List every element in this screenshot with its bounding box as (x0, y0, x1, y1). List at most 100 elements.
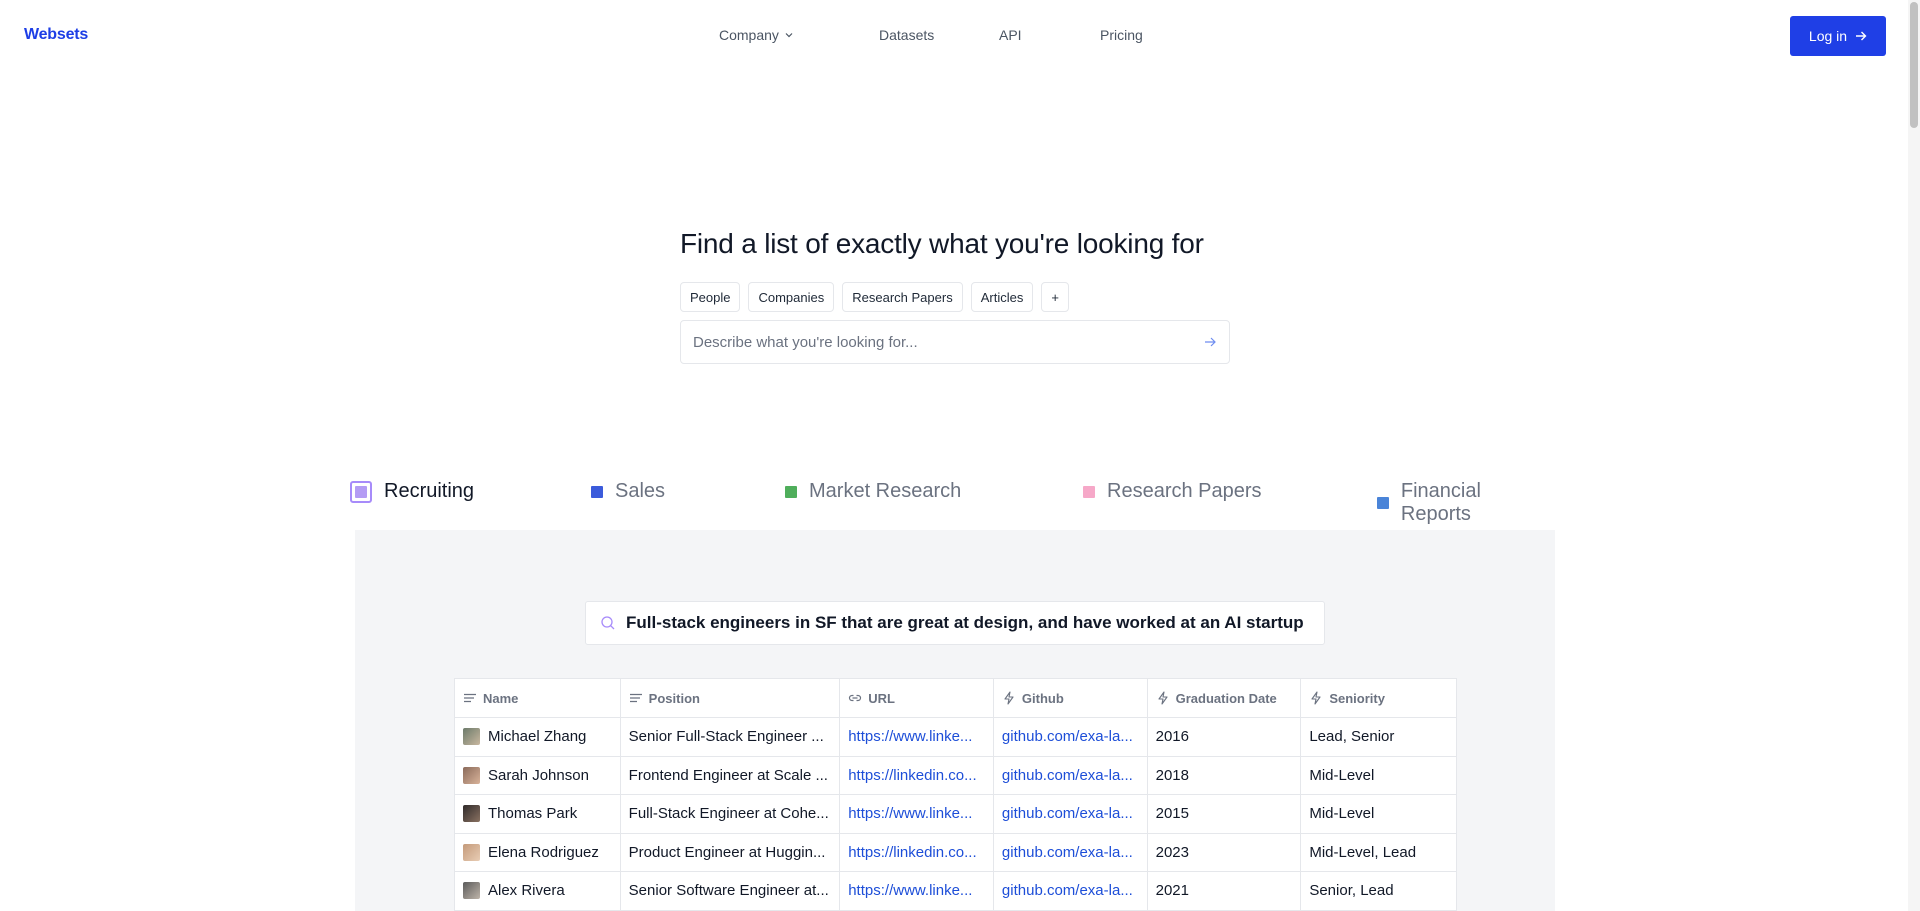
text-lines-icon (464, 693, 476, 703)
nav-pricing[interactable]: Pricing (1100, 27, 1143, 43)
col-seniority-label: Seniority (1329, 690, 1385, 706)
demo-query-box: Full-stack engineers in SF that are grea… (585, 601, 1325, 645)
nav-company-label: Company (719, 27, 779, 43)
cell-seniority: Lead, Senior (1309, 728, 1395, 746)
login-label: Log in (1808, 28, 1848, 44)
chip-people[interactable]: People (680, 282, 741, 312)
square-icon (1377, 497, 1389, 509)
col-url-label: URL (868, 690, 895, 706)
cell-graduation: 2018 (1148, 756, 1302, 794)
url-link[interactable]: https://www.linke... (848, 728, 972, 745)
cell-seniority: Mid-Level, Lead (1309, 843, 1417, 861)
scrollbar-thumb[interactable] (1910, 2, 1918, 128)
link-icon (849, 694, 862, 702)
cell-url: https://www.linke... (840, 718, 994, 756)
cell-name: Sarah Johnson (455, 756, 621, 794)
cell-seniority: Mid-Level (1309, 766, 1375, 784)
url-link[interactable]: https://linkedin.co... (848, 844, 976, 861)
col-github[interactable]: Github (994, 679, 1148, 717)
position-text: Senior Full-Stack Engineer ... (628, 728, 824, 746)
cell-seniority: Senior, Lead (1309, 882, 1394, 900)
tab-market-research[interactable]: Market Research (785, 480, 961, 503)
col-graduation[interactable]: Graduation Date (1148, 679, 1302, 717)
col-graduation-label: Graduation Date (1175, 690, 1277, 706)
github-link[interactable]: github.com/exa-la... (1002, 728, 1133, 745)
tab-financial-reports[interactable]: Financial Reports (1377, 480, 1555, 526)
cell-seniority: Mid-Level (1309, 805, 1375, 823)
avatar (463, 882, 480, 900)
position-text: Full-Stack Engineer at Cohe... (628, 805, 829, 823)
person-name: Thomas Park (488, 805, 578, 823)
chip-companies[interactable]: Companies (748, 282, 835, 312)
col-github-label: Github (1021, 690, 1064, 706)
github-link[interactable]: github.com/exa-la... (1002, 882, 1133, 899)
cell-url: https://www.linke... (840, 795, 994, 833)
url-link[interactable]: https://linkedin.co... (848, 767, 976, 784)
person-name: Michael Zhang (488, 728, 587, 746)
tab-research-papers-label: Research Papers (1107, 480, 1262, 502)
bolt-icon (1004, 691, 1014, 705)
cell-position: Product Engineer at Huggin... (621, 833, 841, 871)
chip-research-papers[interactable]: Research Papers (842, 282, 963, 312)
square-icon (591, 485, 603, 498)
tab-recruiting[interactable]: Recruiting (350, 480, 474, 503)
chip-articles[interactable]: Articles (970, 282, 1034, 312)
github-link[interactable]: github.com/exa-la... (1002, 767, 1133, 784)
top-nav: Websets Company Datasets API Pricing Log… (0, 0, 1920, 72)
cell-graduation: 2016 (1148, 718, 1302, 756)
col-url[interactable]: URL (840, 679, 994, 717)
col-position[interactable]: Position (621, 679, 841, 717)
table-header: Name Position URL Github Graduation Date… (455, 679, 1456, 718)
col-name[interactable]: Name (455, 679, 621, 717)
col-position-label: Position (648, 690, 700, 706)
nav-api[interactable]: API (999, 27, 1100, 43)
tab-sales[interactable]: Sales (591, 480, 665, 503)
nav-datasets[interactable]: Datasets (879, 27, 999, 43)
table-row[interactable]: Alex Rivera Senior Software Engineer at.… (455, 872, 1456, 911)
avatar (463, 805, 480, 823)
github-link[interactable]: github.com/exa-la... (1002, 805, 1133, 822)
position-text: Senior Software Engineer at... (628, 882, 829, 900)
cell-name: Elena Rodriguez (455, 833, 621, 871)
cell-name: Alex Rivera (455, 872, 621, 910)
logo[interactable]: Websets (24, 26, 88, 44)
bolt-icon (1158, 691, 1168, 705)
col-seniority[interactable]: Seniority (1301, 679, 1456, 717)
url-link[interactable]: https://www.linke... (848, 805, 972, 822)
table-row[interactable]: Sarah Johnson Frontend Engineer at Scale… (455, 756, 1456, 795)
login-button[interactable]: Log in (1790, 16, 1886, 56)
search-input[interactable] (693, 333, 1203, 351)
arrow-right-icon (1856, 31, 1867, 41)
table-row[interactable]: Elena Rodriguez Product Engineer at Hugg… (455, 833, 1456, 872)
search-icon (601, 616, 615, 630)
submit-arrow-icon[interactable] (1203, 335, 1217, 349)
nav-company[interactable]: Company (719, 27, 879, 43)
scrollbar[interactable] (1908, 0, 1920, 911)
person-name: Sarah Johnson (488, 766, 589, 784)
col-name-label: Name (483, 690, 519, 706)
cell-github: github.com/exa-la... (994, 795, 1148, 833)
square-icon (785, 485, 797, 498)
chip-add-button[interactable]: + (1041, 282, 1069, 312)
tab-recruiting-label: Recruiting (384, 480, 475, 502)
github-link[interactable]: github.com/exa-la... (1002, 844, 1133, 861)
cell-github: github.com/exa-la... (994, 833, 1148, 871)
cell-position: Senior Software Engineer at... (621, 872, 841, 910)
tab-research-papers[interactable]: Research Papers (1083, 480, 1262, 503)
cell-graduation: 2023 (1148, 833, 1302, 871)
cell-url: https://linkedin.co... (840, 756, 994, 794)
cell-graduation: 2015 (1148, 795, 1302, 833)
avatar (463, 728, 480, 746)
avatar (463, 843, 480, 861)
category-chips: People Companies Research Papers Article… (680, 282, 1069, 312)
cell-name: Michael Zhang (455, 718, 621, 756)
results-table: Name Position URL Github Graduation Date… (454, 678, 1457, 911)
cell-position: Full-Stack Engineer at Cohe... (621, 795, 841, 833)
table-row[interactable]: Thomas Park Full-Stack Engineer at Cohe.… (455, 795, 1456, 834)
table-row[interactable]: Michael Zhang Senior Full-Stack Engineer… (455, 718, 1456, 757)
url-link[interactable]: https://www.linke... (848, 882, 972, 899)
cell-graduation: 2021 (1148, 872, 1302, 910)
cell-github: github.com/exa-la... (994, 718, 1148, 756)
tab-financial-reports-label: Financial Reports (1400, 480, 1481, 525)
person-name: Elena Rodriguez (488, 843, 599, 861)
